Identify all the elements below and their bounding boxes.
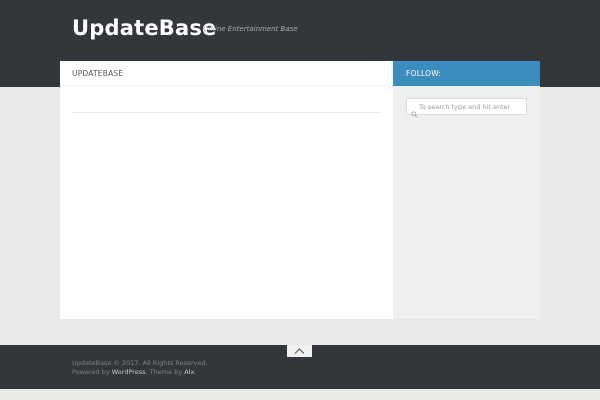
page-title: UPDATEBASE	[72, 69, 124, 78]
sidebar: FOLLOW:	[393, 61, 540, 319]
chevron-up-icon	[294, 348, 305, 354]
credits-period: .	[194, 368, 197, 376]
search-input[interactable]	[419, 99, 525, 114]
content-header: UPDATEBASE	[60, 61, 393, 86]
wordpress-link[interactable]: WordPress	[112, 368, 146, 376]
footer-bottom-strip	[0, 389, 600, 400]
site-description: Online Entertainment Base	[203, 25, 298, 33]
main-wrapper: UPDATEBASE FOLLOW:	[60, 61, 540, 319]
follow-bar: FOLLOW:	[393, 61, 540, 86]
footer-credits: Powered by WordPress. Theme by Alx.	[72, 368, 196, 376]
follow-label: FOLLOW:	[406, 69, 442, 78]
search-form[interactable]	[406, 98, 527, 118]
footer-copyright: UpdateBase © 2017. All Rights Reserved.	[72, 359, 208, 367]
content-divider	[72, 112, 380, 113]
site-title[interactable]: UpdateBase	[72, 16, 217, 40]
theme-by-text: . Theme by	[145, 368, 185, 376]
theme-author-link[interactable]: Alx	[184, 368, 194, 376]
back-to-top-button[interactable]	[287, 345, 312, 357]
powered-by-text: Powered by	[72, 368, 112, 376]
search-icon	[411, 103, 418, 118]
